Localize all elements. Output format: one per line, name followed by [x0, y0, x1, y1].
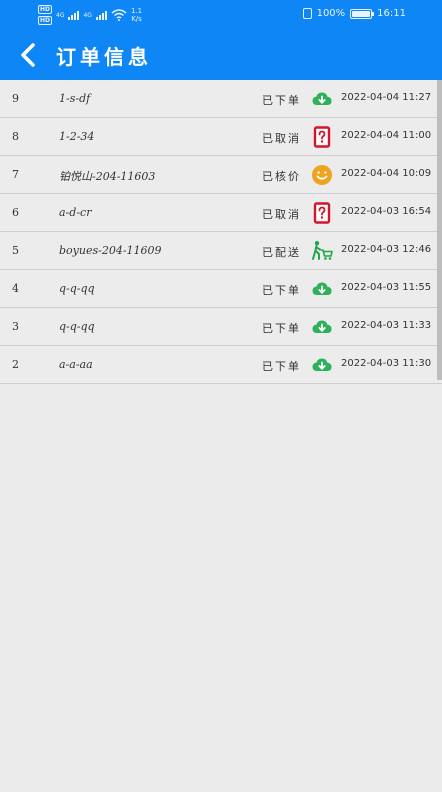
order-status: 已下单 [262, 360, 301, 373]
order-row[interactable]: 9 1-s-df 已下单 2022-04-04 11:27 [0, 80, 442, 118]
question-card-icon [311, 202, 333, 224]
order-time: 2022-04-04 11:00 [341, 130, 432, 141]
order-number: 5 [12, 244, 19, 257]
delivery-cart-icon [311, 240, 333, 262]
order-number: 7 [12, 168, 19, 181]
cloud-download-icon [311, 316, 333, 338]
back-arrow-icon[interactable] [14, 40, 44, 70]
network-speed-unit: K/s [131, 15, 142, 23]
order-number: 6 [12, 206, 19, 219]
order-status: 已取消 [262, 208, 301, 221]
order-time: 2022-04-03 11:33 [341, 320, 432, 331]
hd-icon: HD [38, 5, 53, 14]
order-row[interactable]: 3 q-q-qq 已下单 2022-04-03 11:33 [0, 308, 442, 346]
order-status: 已取消 [262, 132, 301, 145]
order-status: 已下单 [262, 94, 301, 107]
status-bar-right: 100% 16:11 [302, 8, 406, 19]
order-name: 1-2-34 [59, 130, 95, 143]
network-type: 4G [83, 11, 92, 19]
page-title: 订单信息 [56, 45, 152, 69]
hd-badges: HD HD [38, 5, 53, 25]
order-time: 2022-04-04 10:09 [341, 168, 432, 179]
order-row[interactable]: 8 1-2-34 已取消 2022-04-04 11:00 [0, 118, 442, 156]
battery-icon [350, 8, 375, 19]
signal-icon [68, 10, 80, 20]
order-number: 2 [12, 358, 19, 371]
cloud-download-icon [311, 354, 333, 376]
order-number: 9 [12, 92, 19, 105]
app-header: 订单信息 [0, 30, 442, 80]
cloud-download-icon [311, 278, 333, 300]
status-bar-left: HD HD 4G 4G 1.1 K/s [38, 4, 142, 26]
order-status: 已下单 [262, 322, 301, 335]
battery-percent: 100% [316, 8, 346, 19]
order-time: 2022-04-04 11:27 [341, 92, 432, 103]
order-time: 2022-04-03 11:30 [341, 358, 432, 369]
order-status: 已下单 [262, 284, 301, 297]
order-time: 2022-04-03 12:46 [341, 244, 432, 255]
vibrate-icon [302, 8, 312, 19]
order-name: 铂悦山-204-11603 [59, 170, 156, 183]
network-speed: 1.1 K/s [131, 7, 142, 23]
order-row[interactable]: 5 boyues-204-11609 已配送 2022-04-03 12:46 [0, 232, 442, 270]
signal-icon [95, 10, 107, 20]
order-number: 4 [12, 282, 19, 295]
scrollbar[interactable] [437, 80, 442, 380]
order-row[interactable]: 2 a-a-aa 已下单 2022-04-03 11:30 [0, 346, 442, 384]
order-status: 已核价 [262, 170, 301, 183]
order-name: a-d-cr [59, 206, 92, 219]
order-name: a-a-aa [59, 358, 93, 371]
order-name: 1-s-df [59, 92, 91, 105]
order-status: 已配送 [262, 246, 301, 259]
cloud-download-icon [311, 88, 333, 110]
wifi-icon [111, 9, 127, 21]
order-row[interactable]: 6 a-d-cr 已取消 2022-04-03 16:54 [0, 194, 442, 232]
order-list: 9 1-s-df 已下单 2022-04-04 11:27 8 1-2-34 已取消 2022… [0, 80, 442, 384]
order-name: q-q-qq [59, 282, 95, 295]
status-bar: HD HD 4G 4G 1.1 K/s 100% 16:11 [0, 0, 442, 30]
question-card-icon [311, 126, 333, 148]
hd-icon: HD [38, 16, 53, 25]
smiley-icon [311, 164, 333, 186]
order-row[interactable]: 7 铂悦山-204-11603 已核价 2022-04-04 10:09 [0, 156, 442, 194]
clock: 16:11 [377, 8, 406, 19]
order-row[interactable]: 4 q-q-qq 已下单 2022-04-03 11:55 [0, 270, 442, 308]
order-time: 2022-04-03 16:54 [341, 206, 432, 217]
order-name: q-q-qq [59, 320, 95, 333]
order-name: boyues-204-11609 [59, 244, 162, 257]
order-number: 3 [12, 320, 19, 333]
order-number: 8 [12, 130, 19, 143]
order-time: 2022-04-03 11:55 [341, 282, 432, 293]
network-speed-value: 1.1 [130, 7, 143, 15]
network-type: 4G [56, 11, 65, 19]
